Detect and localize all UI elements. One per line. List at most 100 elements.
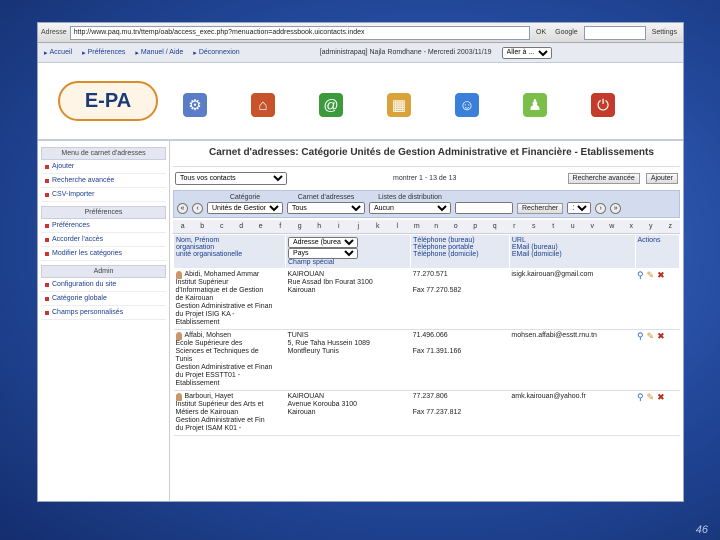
view-icon[interactable]: ⚲: [637, 393, 644, 402]
alphabet-letter[interactable]: o: [446, 220, 466, 233]
category-select[interactable]: Unités de Gestion Admi: [207, 202, 283, 214]
contact-email[interactable]: isigk.kairouan@gmail.com: [509, 268, 636, 330]
alphabet-letter[interactable]: y: [641, 220, 661, 233]
sidebar: Menu de carnet d'adresses Ajouter Recher…: [38, 141, 170, 501]
alphabet-letter[interactable]: b: [193, 220, 213, 233]
content-area: Menu de carnet d'adresses Ajouter Recher…: [38, 141, 683, 501]
sidebar-item-advanced-search[interactable]: Recherche avancée: [41, 174, 166, 188]
home-icon[interactable]: ⌂: [251, 93, 275, 117]
table-row: Affabi, Mohsen Ecole Supérieure des Scie…: [173, 329, 680, 391]
alphabet-letter[interactable]: r: [505, 220, 525, 233]
sidebar-item-csv-import[interactable]: CSV-Importer: [41, 188, 166, 202]
results-count: montrer 1 - 13 de 13: [393, 175, 457, 182]
user-info: [administrapaq] Najla Romdhane - Mercred…: [319, 49, 492, 56]
sidebar-item-add[interactable]: Ajouter: [41, 160, 166, 174]
edit-icon[interactable]: ✎: [647, 332, 655, 341]
user-icon[interactable]: ♟: [523, 93, 547, 117]
alphabet-letter[interactable]: x: [622, 220, 642, 233]
contact-name-cell: Affabi, Mohsen Ecole Supérieure des Scie…: [173, 329, 286, 391]
alphabet-letter[interactable]: e: [251, 220, 271, 233]
prev-page-icon[interactable]: ‹: [192, 203, 203, 214]
delete-icon[interactable]: ✖: [657, 393, 665, 402]
alphabet-letter[interactable]: w: [602, 220, 622, 233]
view-icon[interactable]: ⚲: [637, 271, 644, 280]
url-field[interactable]: http://www.paq.mu.tn/ttemp/oab/access_ex…: [69, 25, 530, 40]
alphabet-letter[interactable]: j: [349, 220, 369, 233]
next-page-icon[interactable]: ›: [595, 203, 607, 214]
contact-email[interactable]: mohsen.affabi@esstt.rnu.tn: [509, 329, 636, 391]
last-page-icon[interactable]: »: [610, 203, 622, 214]
edit-icon[interactable]: ✎: [647, 271, 655, 280]
nav-logout-link[interactable]: ▸ Déconnexion: [193, 49, 239, 57]
first-page-icon[interactable]: «: [177, 203, 188, 214]
logout-icon[interactable]: ⏻: [591, 93, 615, 117]
sidebar-item-grant-access[interactable]: Accorder l'accès: [41, 233, 166, 247]
addressbook-icon[interactable]: ☺: [455, 93, 479, 117]
search-button[interactable]: Rechercher: [517, 203, 564, 214]
alphabet-letter[interactable]: z: [661, 220, 681, 233]
google-search-input[interactable]: [583, 25, 646, 40]
calendar-icon[interactable]: ▦: [387, 93, 411, 117]
header-phones: Téléphone (bureau) Téléphone portable Té…: [410, 234, 510, 269]
sidebar-item-global-category[interactable]: Catégorie globale: [41, 292, 166, 306]
sidebar-header-main: Menu de carnet d'adresses: [41, 147, 166, 160]
alphabet-letter[interactable]: m: [407, 220, 427, 233]
alphabet-letter[interactable]: n: [427, 220, 447, 233]
alphabet-letter[interactable]: q: [485, 220, 505, 233]
delete-icon[interactable]: ✖: [657, 271, 665, 280]
alphabet-letter[interactable]: t: [544, 220, 564, 233]
header-name[interactable]: Nom, Prénom organisation unité organisat…: [173, 234, 286, 269]
address-column-select[interactable]: Adresse (bureau): [288, 237, 358, 248]
alphabet-letter[interactable]: i: [329, 220, 349, 233]
alphabet-letter[interactable]: d: [232, 220, 252, 233]
alphabet-letter[interactable]: a: [173, 220, 193, 233]
help-small-icon: ▸: [135, 49, 139, 57]
go-button[interactable]: OK: [533, 28, 549, 37]
sidebar-item-edit-categories[interactable]: Modifier les catégories: [41, 247, 166, 261]
view-icon[interactable]: ⚲: [637, 332, 644, 341]
top-navigation: ▸ Accueil ▸ Préférences ▸ Manuel / Aide ▸ Dé…: [38, 43, 683, 63]
alphabet-letter[interactable]: u: [563, 220, 583, 233]
delete-icon[interactable]: ✖: [657, 332, 665, 341]
search-input[interactable]: [455, 202, 513, 214]
alphabet-letter[interactable]: c: [212, 220, 232, 233]
nav-preferences-link[interactable]: ▸ Préférences: [82, 49, 125, 57]
alphabet-letter[interactable]: p: [466, 220, 486, 233]
admin-icon[interactable]: ⚙: [183, 93, 207, 117]
add-contact-button[interactable]: Ajouter: [645, 173, 678, 184]
sidebar-item-preferences[interactable]: Préférences: [41, 219, 166, 233]
settings-button[interactable]: Settings: [649, 28, 680, 37]
go-to-select[interactable]: Aller à ...: [501, 46, 552, 59]
contact-actions: ⚲ ✎ ✖: [635, 329, 680, 391]
contact-actions: ⚲ ✎ ✖: [635, 268, 680, 330]
country-column-select[interactable]: Pays: [288, 248, 358, 259]
alphabet-letter[interactable]: s: [524, 220, 544, 233]
epaq-logo: E-PA: [58, 81, 158, 121]
alphabet-letter[interactable]: g: [290, 220, 310, 233]
alphabet-index: abcdefghijklmnopqrstuvwxyz: [173, 220, 680, 234]
distribution-select[interactable]: Aucun: [369, 202, 451, 214]
edit-icon[interactable]: ✎: [647, 393, 655, 402]
special-field-link[interactable]: Champ spécial: [288, 259, 334, 266]
alphabet-letter[interactable]: h: [310, 220, 330, 233]
person-icon: [175, 393, 182, 401]
nav-home-link[interactable]: ▸ Accueil: [44, 49, 72, 57]
addressbook-select[interactable]: Tous: [287, 202, 365, 214]
alphabet-letter[interactable]: k: [368, 220, 388, 233]
table-header-row: Nom, Prénom organisation unité organisat…: [173, 234, 681, 269]
nav-help-link[interactable]: ▸ Manuel / Aide: [135, 49, 183, 57]
page-size-select[interactable]: 15: [567, 202, 592, 214]
category-label: Catégorie: [229, 194, 261, 201]
alphabet-letter[interactable]: v: [583, 220, 603, 233]
address-bar: Adresse http://www.paq.mu.tn/ttemp/oab/a…: [38, 23, 683, 43]
alphabet-letter[interactable]: l: [388, 220, 408, 233]
contact-email[interactable]: amk.kairouan@yahoo.fr: [509, 390, 636, 436]
advanced-search-button[interactable]: Recherche avancée: [567, 173, 640, 184]
sidebar-item-custom-fields[interactable]: Champs personnalisés: [41, 306, 166, 320]
alphabet-letter[interactable]: f: [271, 220, 291, 233]
email-icon[interactable]: @: [319, 93, 343, 117]
person-icon: [175, 271, 182, 279]
sidebar-item-site-config[interactable]: Configuration du site: [41, 278, 166, 292]
contacts-filter-select[interactable]: Tous vos contacts: [175, 172, 287, 185]
table-row: Abidi, Mohamed Ammar Institut Supérieur …: [173, 268, 680, 330]
